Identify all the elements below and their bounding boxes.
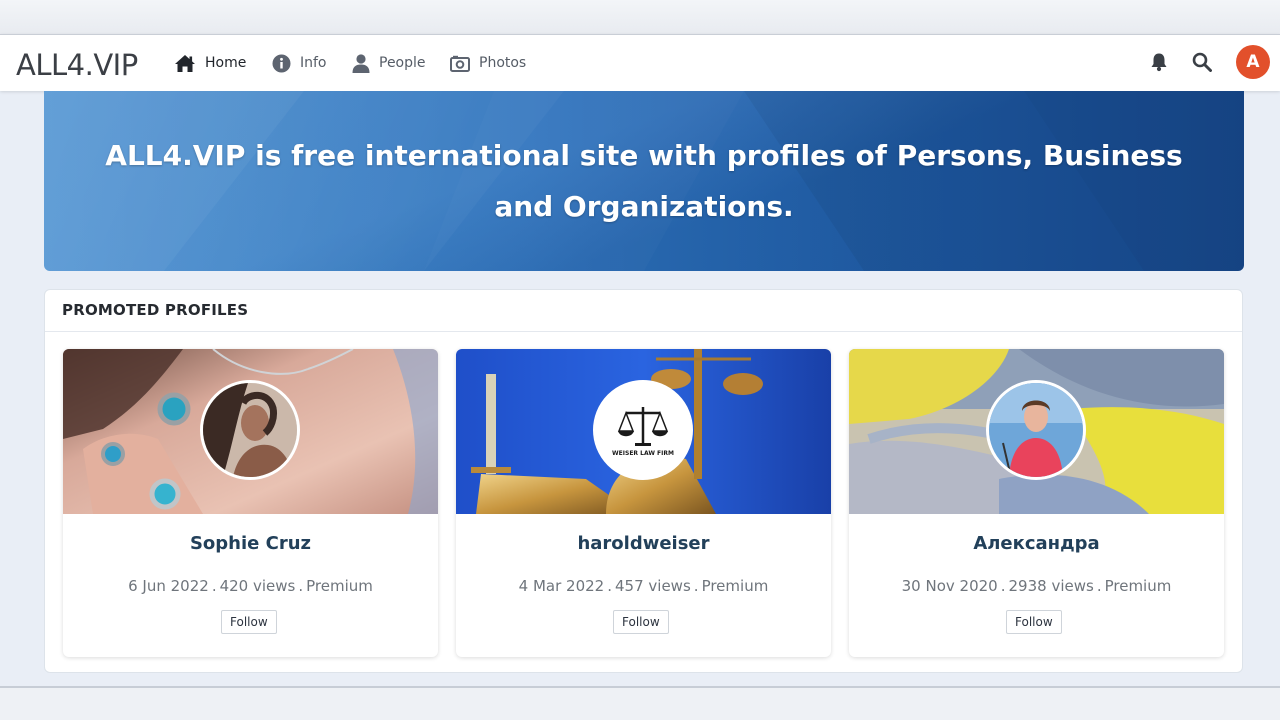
profile-name[interactable]: Sophie Cruz: [63, 533, 438, 554]
profile-tier: Premium: [701, 577, 769, 595]
profile-date: 4 Mar 2022: [518, 577, 605, 595]
hero-banner: ALL4.VIP is free international site with…: [44, 91, 1244, 271]
top-navbar: ALL4.VIP Home Info People Photos A: [0, 34, 1280, 91]
nav-info[interactable]: Info: [272, 51, 327, 75]
profile-name[interactable]: haroldweiser: [456, 533, 831, 554]
profile-views: 2938 views: [1008, 577, 1094, 595]
profile-tier: Premium: [1104, 577, 1172, 595]
search-icon[interactable]: [1192, 52, 1212, 76]
profile-card[interactable]: Sophie Cruz 6 Jun 2022. 420 views. Premium…: [63, 349, 438, 657]
follow-button[interactable]: Follow: [613, 610, 669, 634]
person-icon: [352, 53, 370, 73]
bell-icon[interactable]: [1150, 52, 1168, 76]
profile-avatar: WEISER LAW FIRM: [593, 380, 693, 480]
follow-button[interactable]: Follow: [1006, 610, 1062, 634]
follow-button[interactable]: Follow: [221, 610, 277, 634]
profile-views: 457 views: [615, 577, 691, 595]
panel-heading: PROMOTED PROFILES: [45, 290, 1242, 332]
nav-photos[interactable]: Photos: [450, 51, 526, 75]
site-logo[interactable]: ALL4.VIP: [16, 48, 138, 82]
info-icon: [272, 54, 291, 73]
profile-views: 420 views: [219, 577, 296, 595]
nav-info-label: Info: [300, 55, 327, 71]
profile-avatar: [986, 380, 1086, 480]
nav-home-label: Home: [205, 55, 247, 71]
nav-people[interactable]: People: [352, 51, 426, 75]
profile-date: 30 Nov 2020: [901, 577, 998, 595]
profile-card[interactable]: WEISER LAW FIRM haroldweiser 4 Mar 2022.…: [456, 349, 831, 657]
bottom-area: [0, 688, 1280, 720]
nav-people-label: People: [379, 55, 426, 71]
profile-tier: Premium: [306, 577, 373, 595]
profile-date: 6 Jun 2022: [128, 577, 209, 595]
nav-photos-label: Photos: [479, 55, 527, 71]
profile-meta: 4 Mar 2022. 457 views. Premium: [518, 577, 769, 595]
home-icon: [174, 54, 196, 73]
camera-icon: [450, 55, 470, 72]
profile-meta: 6 Jun 2022. 420 views. Premium: [128, 577, 373, 595]
hero-title: ALL4.VIP is free international site with…: [105, 139, 1183, 223]
promoted-profiles-panel: PROMOTED PROFILES Sophie Cruz 6 Jun 2022…: [44, 289, 1243, 673]
window-top-strip: [0, 0, 1280, 34]
law-firm-caption: WEISER LAW FIRM: [612, 450, 674, 457]
profile-card[interactable]: Александра 30 Nov 2020. 2938 views. Premiu…: [849, 349, 1224, 657]
nav-home[interactable]: Home: [174, 51, 246, 75]
profile-avatar: [200, 380, 300, 480]
profile-meta: 30 Nov 2020. 2938 views. Premium: [901, 577, 1172, 595]
user-avatar[interactable]: A: [1236, 45, 1270, 79]
profile-name[interactable]: Александра: [849, 533, 1224, 554]
